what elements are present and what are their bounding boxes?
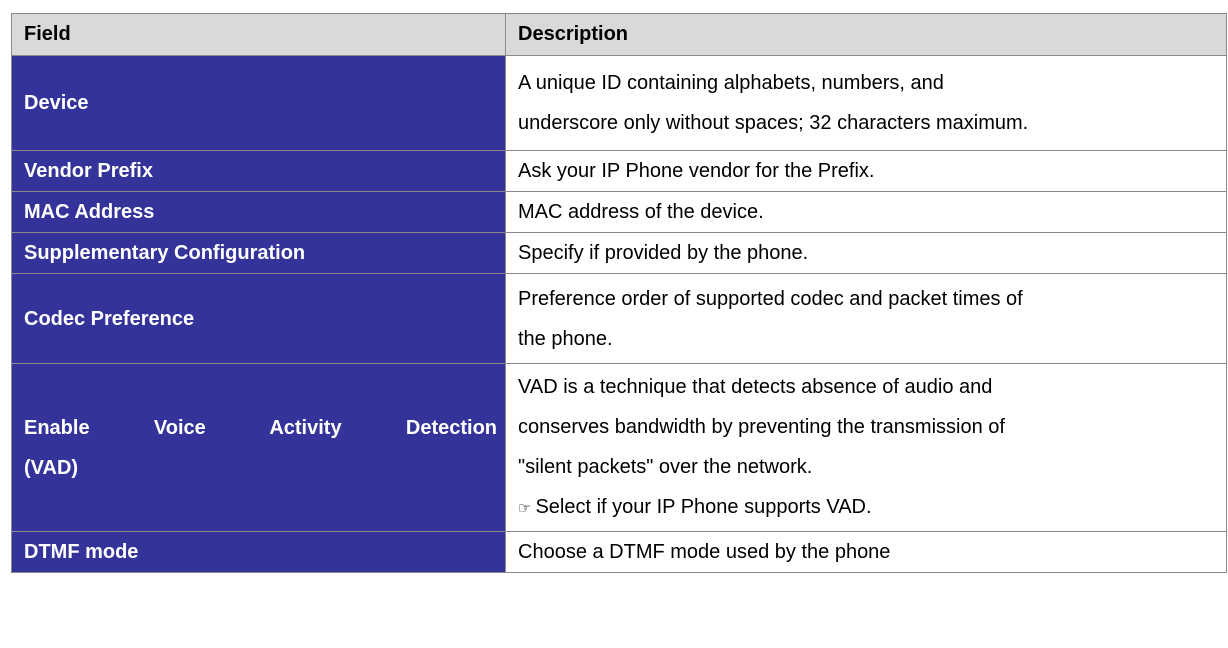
description-codec-preference: Preference order of supported codec and … (505, 273, 1227, 364)
description-line: VAD is a technique that detects absence … (518, 375, 993, 398)
description-mac-address: MAC address of the device. (505, 191, 1227, 233)
table-row: MAC Address MAC address of the device. (11, 191, 1227, 233)
note-text: Select if your IP Phone supports VAD. (535, 495, 872, 518)
description-line: A unique ID containing alphabets, number… (518, 72, 944, 94)
description-dtmf-mode: Choose a DTMF mode used by the phone (505, 531, 1227, 573)
field-line: Enable Voice Activity Detection (24, 416, 497, 439)
table-row: Device A unique ID containing alphabets,… (11, 55, 1227, 151)
description-line: conserves bandwidth by preventing the tr… (518, 415, 1005, 438)
table-row: DTMF mode Choose a DTMF mode used by the… (11, 531, 1227, 573)
description-device: A unique ID containing alphabets, number… (505, 55, 1227, 151)
description-line: Choose a DTMF mode used by the phone (518, 541, 891, 563)
header-field: Field (11, 13, 506, 56)
header-description: Description (505, 13, 1227, 56)
note-line: ☞ Select if your IP Phone supports VAD. (518, 487, 1218, 529)
field-mac-address: MAC Address (11, 191, 506, 233)
description-line: Preference order of supported codec and … (518, 287, 1023, 310)
field-device: Device (11, 55, 506, 151)
field-line: (VAD) (24, 456, 79, 479)
table-header-row: Field Description (11, 13, 1227, 56)
field-dtmf-mode: DTMF mode (11, 531, 506, 573)
description-supplementary-configuration: Specify if provided by the phone. (505, 232, 1227, 274)
table-row: Enable Voice Activity Detection (VAD) VA… (11, 363, 1227, 532)
description-vendor-prefix: Ask your IP Phone vendor for the Prefix. (505, 150, 1227, 192)
field-description-table: Field Description Device A unique ID con… (11, 13, 1227, 573)
description-enable-vad: VAD is a technique that detects absence … (505, 363, 1227, 532)
description-line: "silent packets" over the network. (518, 455, 813, 478)
field-codec-preference: Codec Preference (11, 273, 506, 364)
description-line: Specify if provided by the phone. (518, 242, 809, 264)
field-vendor-prefix: Vendor Prefix (11, 150, 506, 192)
table-row: Supplementary Configuration Specify if p… (11, 232, 1227, 274)
description-line: underscore only without spaces; 32 chara… (518, 112, 1029, 134)
pointing-hand-icon: ☞ (518, 499, 532, 517)
table-row: Codec Preference Preference order of sup… (11, 273, 1227, 364)
description-line: MAC address of the device. (518, 201, 764, 223)
field-supplementary-configuration: Supplementary Configuration (11, 232, 506, 274)
field-enable-vad: Enable Voice Activity Detection (VAD) (11, 363, 506, 532)
table-row: Vendor Prefix Ask your IP Phone vendor f… (11, 150, 1227, 192)
description-line: the phone. (518, 327, 613, 350)
description-line: Ask your IP Phone vendor for the Prefix. (518, 160, 875, 182)
